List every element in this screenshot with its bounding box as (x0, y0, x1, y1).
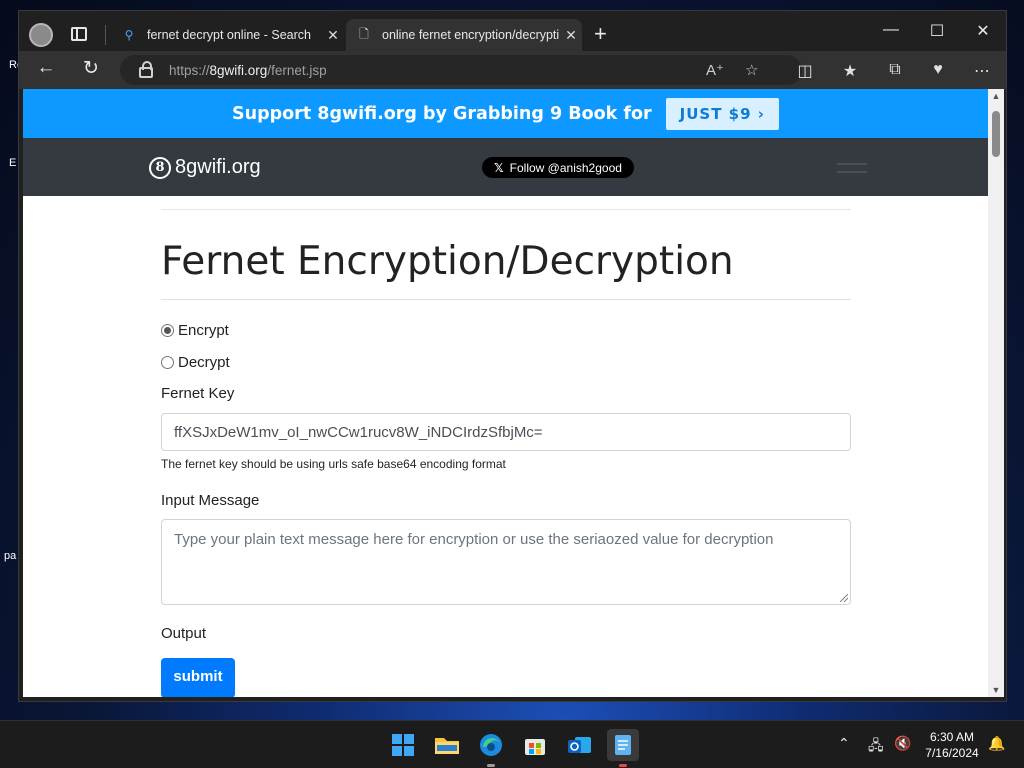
hamburger-menu-icon[interactable] (837, 163, 867, 173)
tab-search[interactable]: ⚲ fernet decrypt online - Search ✕ (111, 19, 344, 51)
twitter-follow-button[interactable]: 𝕏 Follow @anish2good (482, 157, 634, 178)
file-explorer-button[interactable] (431, 729, 463, 761)
taskbar: ⌃ 🖧 🔇 6:30 AM 7/16/2024 🔔 (0, 720, 1024, 768)
lock-icon[interactable] (139, 60, 153, 78)
system-clock[interactable]: 6:30 AM 7/16/2024 (920, 729, 984, 761)
tab-title: online fernet encryption/decrypti (382, 28, 560, 42)
x-logo-icon: 𝕏 (494, 160, 504, 175)
promo-button[interactable]: JUST $9 › (665, 97, 779, 130)
scroll-down-arrow-icon[interactable]: ▼ (991, 685, 1001, 695)
close-tab-icon[interactable]: ✕ (560, 27, 582, 44)
follow-label: Follow @anish2good (509, 160, 622, 175)
brand-logo-icon: 8 (149, 156, 171, 179)
edge-button[interactable] (475, 729, 507, 767)
page-title: Fernet Encryption/Decryption (161, 239, 734, 284)
main-content: Fernet Encryption/Decryption Encrypt Dec… (161, 196, 851, 697)
store-bag-icon (525, 739, 545, 755)
show-hidden-icons-chevron-icon[interactable]: ⌃ (838, 735, 850, 752)
input-message-placeholder: Type your plain text message here for en… (174, 531, 774, 548)
clock-time: 6:30 AM (929, 730, 975, 744)
fernet-key-label: Fernet Key (161, 385, 235, 402)
tab-fernet[interactable]: 🗋 online fernet encryption/decrypti ✕ (346, 19, 582, 51)
radio-label: Decrypt (178, 353, 230, 371)
desktop-icon-label[interactable]: pa (4, 550, 16, 562)
favorites-icon[interactable]: ★ (839, 61, 861, 81)
url-host: 8gwifi.org (209, 62, 268, 78)
url-scheme: https:// (169, 62, 210, 78)
desktop-icon-label[interactable]: E (9, 157, 16, 169)
running-indicator (619, 764, 627, 767)
split-screen-icon[interactable]: ◫ (794, 61, 816, 81)
scroll-thumb[interactable] (992, 111, 1000, 157)
input-message-textarea[interactable]: Type your plain text message here for en… (161, 519, 851, 605)
search-icon: ⚲ (124, 28, 134, 42)
notification-bell-icon[interactable]: 🔔 (988, 735, 1005, 752)
fernet-key-input[interactable]: ffXSJxDeW1mv_oI_nwCCw1rucv8W_iNDCIrdzSfb… (161, 413, 851, 451)
collections-icon[interactable]: ⧉ (884, 61, 906, 79)
promo-text: Support 8gwifi.org by Grabbing 9 Book fo… (232, 103, 652, 124)
tab-strip: ⚲ fernet decrypt online - Search ✕ 🗋 onl… (19, 11, 1006, 51)
notepad-icon (615, 735, 631, 755)
running-indicator (487, 764, 495, 767)
outlook-button[interactable] (563, 729, 595, 761)
vertical-scrollbar[interactable]: ▲ ▼ (988, 89, 1004, 697)
radio-encrypt[interactable]: Encrypt (161, 314, 851, 346)
new-tab-button[interactable]: + (594, 23, 607, 45)
read-aloud-icon[interactable]: A⁺ (706, 61, 724, 79)
browser-window: ⚲ fernet decrypt online - Search ✕ 🗋 onl… (18, 10, 1007, 702)
scroll-up-arrow-icon[interactable]: ▲ (991, 91, 1001, 101)
more-menu-icon[interactable]: ⋯ (971, 61, 993, 81)
radio-label: Encrypt (178, 321, 229, 339)
output-label: Output (161, 625, 207, 642)
radio-button-checked[interactable] (161, 323, 174, 337)
browser-essentials-icon[interactable]: ♥ (927, 61, 949, 79)
minimize-button[interactable]: — (876, 21, 906, 39)
page-viewport: Support 8gwifi.org by Grabbing 9 Book fo… (23, 89, 988, 697)
brand-name: 8gwifi.org (175, 156, 261, 178)
navigation-bar: ← ↻ https://8gwifi.org/fernet.jsp A⁺ ☆ ◫… (19, 51, 1006, 89)
volume-muted-icon[interactable]: 🔇 (894, 735, 911, 752)
tab-actions-icon[interactable] (71, 27, 87, 41)
network-icon[interactable]: 🖧 (868, 735, 884, 759)
folder-icon (435, 738, 459, 754)
outlook-icon (568, 737, 591, 753)
divider (161, 196, 851, 210)
tab-divider (105, 25, 106, 45)
radio-decrypt[interactable]: Decrypt (161, 346, 851, 378)
submit-button[interactable]: submit (161, 658, 235, 697)
maximize-button[interactable]: ☐ (922, 21, 952, 41)
tab-title: fernet decrypt online - Search (147, 28, 311, 42)
close-window-button[interactable]: ✕ (968, 21, 998, 41)
clock-date: 7/16/2024 (925, 746, 979, 760)
address-bar[interactable]: https://8gwifi.org/fernet.jsp A⁺ ☆ (120, 55, 802, 85)
input-message-label: Input Message (161, 492, 260, 509)
start-button[interactable] (387, 729, 419, 761)
url-path: /fernet.jsp (267, 62, 327, 78)
page-icon: 🗋 (359, 26, 369, 41)
favorite-star-icon[interactable]: ☆ (745, 61, 758, 79)
refresh-button[interactable]: ↻ (78, 57, 104, 80)
resize-handle[interactable] (840, 594, 848, 602)
site-navbar: 8 8gwifi.org 𝕏 Follow @anish2good (23, 138, 988, 196)
site-brand[interactable]: 8 8gwifi.org (149, 156, 261, 179)
divider (161, 299, 851, 300)
store-button[interactable] (519, 729, 551, 761)
fernet-key-help: The fernet key should be using urls safe… (161, 457, 506, 471)
promo-banner: Support 8gwifi.org by Grabbing 9 Book fo… (23, 89, 988, 138)
back-button[interactable]: ← (33, 57, 59, 79)
notepad-button[interactable] (607, 729, 639, 767)
radio-button[interactable] (161, 355, 174, 369)
edge-logo-icon (480, 734, 502, 756)
profile-avatar[interactable] (29, 23, 53, 47)
close-tab-icon[interactable]: ✕ (322, 27, 344, 44)
windows-logo-icon (392, 734, 414, 756)
